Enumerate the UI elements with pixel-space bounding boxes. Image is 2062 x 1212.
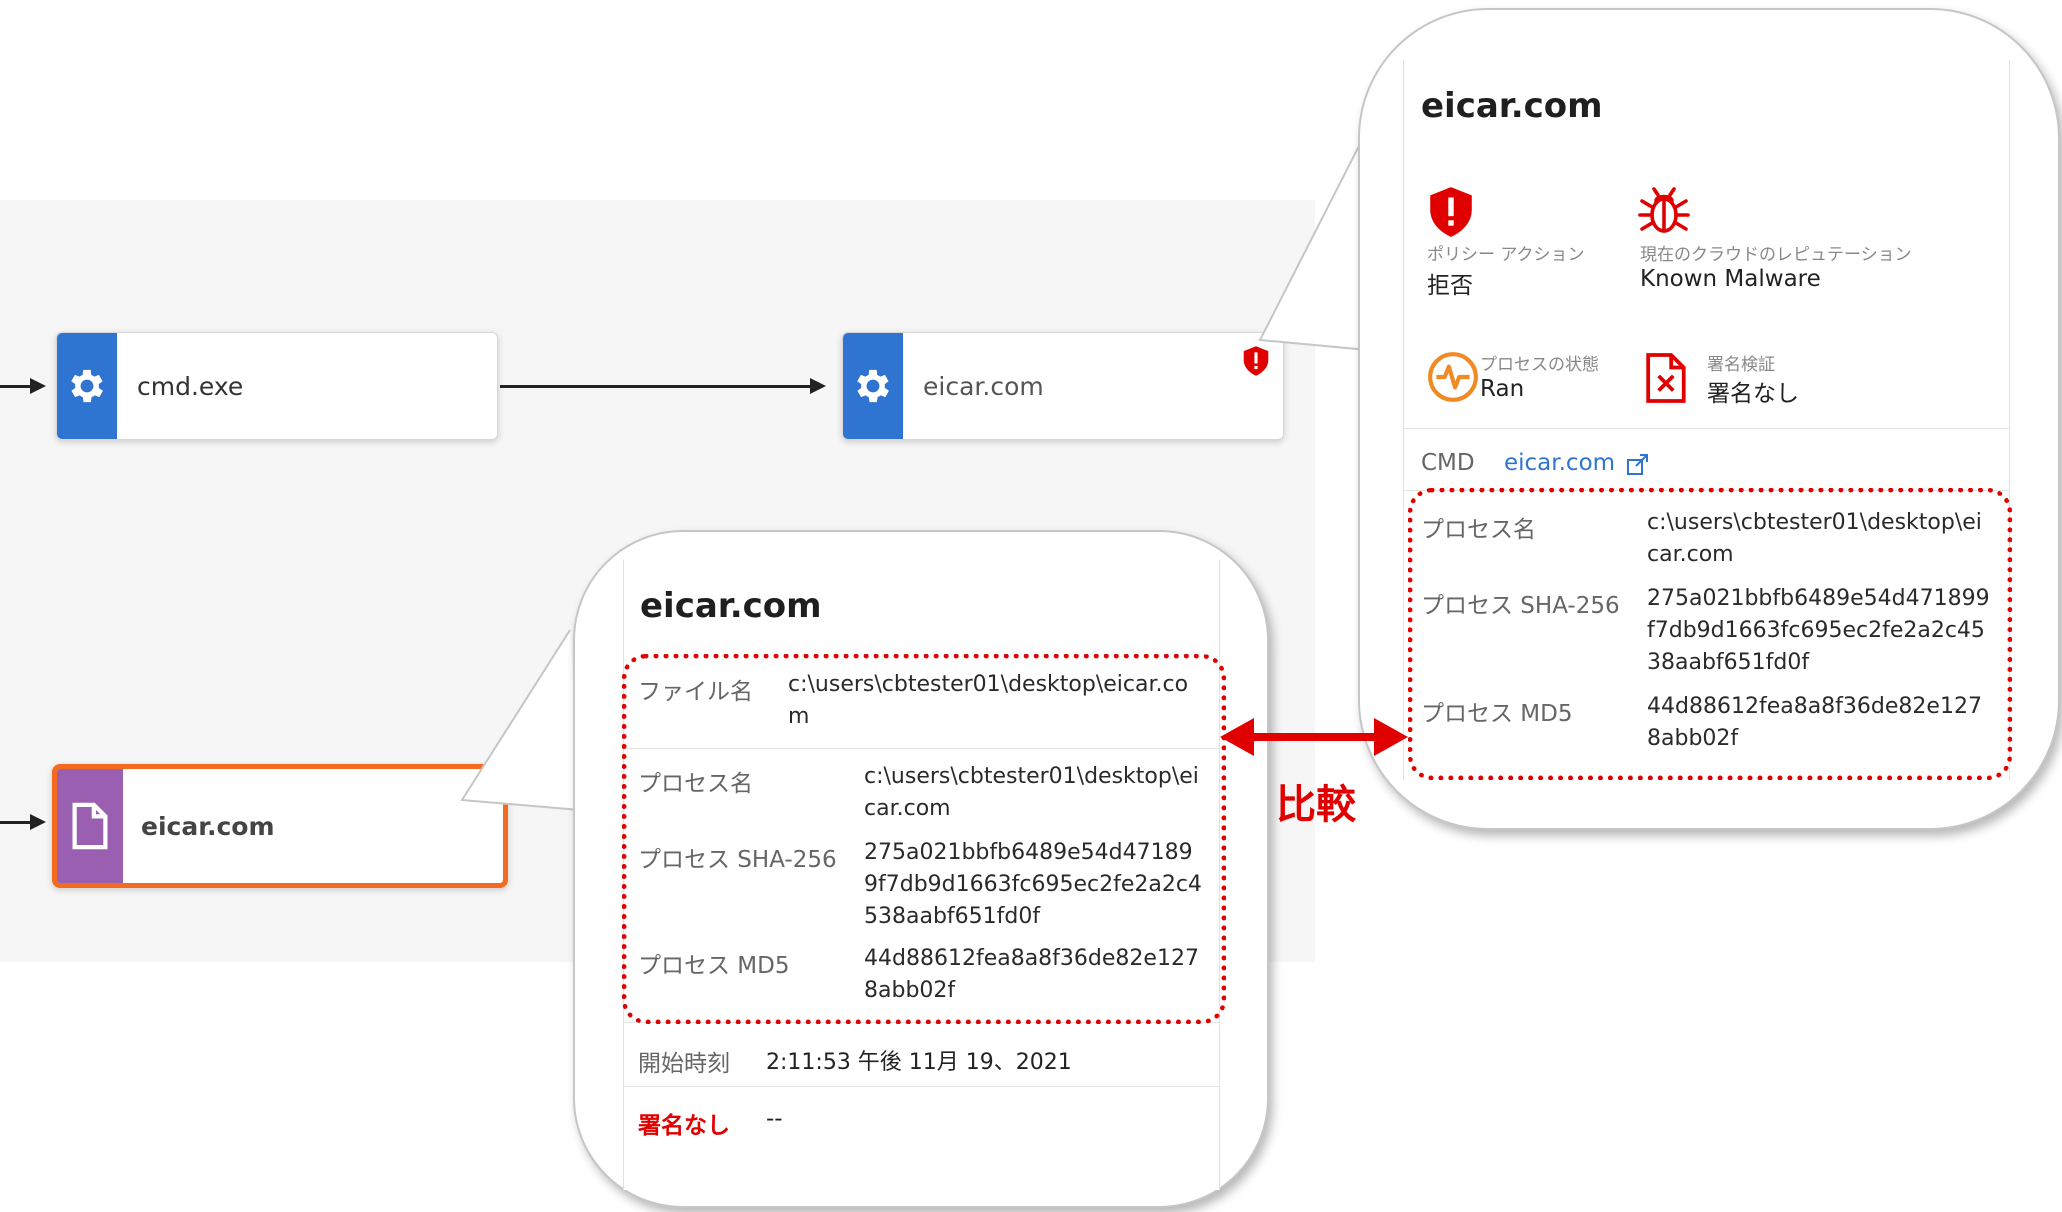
start-time-value: 2:11:53 午後 11月 19、2021 <box>766 1050 1072 1075</box>
panel-title: eicar.com <box>640 586 822 626</box>
panel-title: eicar.com <box>1421 86 1603 126</box>
external-link-icon[interactable] <box>1626 452 1650 476</box>
reputation-value: Known Malware <box>1640 266 1821 292</box>
highlight-box-process-hashes <box>1408 488 2012 780</box>
signature-value: -- <box>766 1106 783 1132</box>
activity-icon <box>1428 352 1478 402</box>
process-state-value: Ran <box>1480 376 1525 402</box>
reputation-label: 現在のクラウドのレピュテーション <box>1640 245 1912 265</box>
signature-label: 署名検証 <box>1707 355 1775 375</box>
file-type-badge <box>57 769 123 883</box>
process-node-label: cmd.exe <box>137 371 244 401</box>
edge-into-file <box>0 821 30 824</box>
shield-alert-icon <box>1430 187 1472 237</box>
edge-cmd-to-eicar <box>500 385 810 388</box>
process-node-label: eicar.com <box>923 371 1044 401</box>
edge-into-cmd-arrow <box>30 378 46 394</box>
process-type-badge <box>57 333 117 439</box>
bug-icon <box>1638 187 1690 233</box>
compare-arrow-icon <box>1220 718 1408 756</box>
process-state-label: プロセスの状態 <box>1480 355 1599 375</box>
edge-into-file-arrow <box>30 814 46 830</box>
highlight-box-file-hashes <box>622 654 1226 1024</box>
cmd-link[interactable]: eicar.com <box>1504 450 1615 476</box>
edge-into-cmd <box>0 385 30 388</box>
start-time-label: 開始時刻 <box>638 1051 730 1077</box>
process-node-cmd[interactable]: cmd.exe <box>56 332 498 440</box>
divider <box>624 1086 1219 1087</box>
policy-action-label: ポリシー アクション <box>1427 245 1585 265</box>
file-node-label: eicar.com <box>141 811 275 841</box>
policy-action-value: 拒否 <box>1427 273 1473 299</box>
divider <box>1404 428 2009 429</box>
gear-icon <box>857 369 889 403</box>
edge-cmd-to-eicar-arrow <box>810 378 826 394</box>
unsigned-file-icon <box>1646 353 1686 403</box>
file-icon <box>72 802 108 850</box>
process-type-badge <box>843 333 903 439</box>
file-node-eicar[interactable]: eicar.com <box>52 764 508 888</box>
gear-icon <box>71 369 103 403</box>
compare-label: 比較 <box>1276 782 1356 828</box>
signature-value: 署名なし <box>1707 381 1799 407</box>
process-node-eicar[interactable]: eicar.com <box>842 332 1284 440</box>
cmd-label: CMD <box>1421 450 1475 476</box>
signature-label: 署名なし <box>638 1113 730 1139</box>
